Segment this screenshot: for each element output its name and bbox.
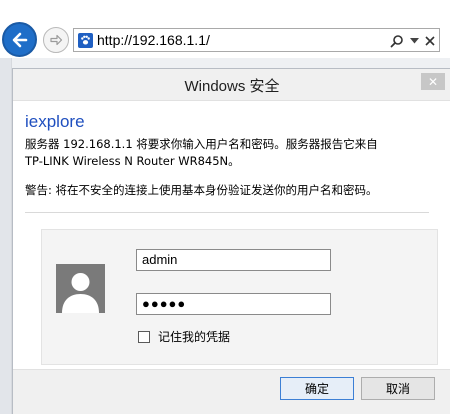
server-message-line2: TP-LINK Wireless N Router WR845N。	[25, 154, 240, 168]
search-icon[interactable]	[390, 34, 404, 48]
dialog-title: Windows 安全	[184, 78, 280, 95]
dialog-close-button[interactable]: ✕	[421, 73, 445, 90]
chevron-down-icon[interactable]	[410, 38, 419, 44]
dialog-footer: 确定 取消	[13, 369, 450, 414]
paw-icon	[78, 33, 93, 48]
forward-arrow-icon	[50, 34, 63, 46]
remember-label[interactable]: 记住我的凭据	[158, 328, 230, 345]
back-button[interactable]	[2, 22, 37, 57]
page-edge	[0, 58, 12, 414]
remember-checkbox[interactable]	[138, 330, 150, 343]
address-bar[interactable]: http://192.168.1.1/	[73, 28, 440, 52]
divider	[25, 212, 429, 213]
forward-button[interactable]	[43, 27, 69, 53]
back-arrow-icon	[12, 32, 27, 47]
dialog-title-bar[interactable]: Windows 安全 ✕	[13, 69, 450, 101]
close-icon: ✕	[427, 74, 439, 89]
address-bar-controls	[390, 31, 435, 51]
url-text[interactable]: http://192.168.1.1/	[97, 32, 210, 48]
cancel-button[interactable]: 取消	[361, 377, 435, 400]
credential-tile: admin ●●●●● 记住我的凭据	[41, 229, 438, 365]
username-field[interactable]: admin	[136, 249, 331, 271]
close-icon[interactable]	[425, 36, 435, 46]
windows-security-dialog: Windows 安全 ✕ iexplore 服务器 192.168.1.1 将要…	[12, 68, 450, 414]
remember-credentials[interactable]: 记住我的凭据	[138, 328, 230, 345]
browser-toolbar: http://192.168.1.1/	[0, 0, 450, 58]
app-name: iexplore	[25, 112, 85, 131]
server-message-line1: 服务器 192.168.1.1 将要求你输入用户名和密码。服务器报告它来自	[25, 137, 378, 151]
security-warning: 警告: 将在不安全的连接上使用基本身份验证发送你的用户名和密码。	[25, 183, 378, 197]
password-field[interactable]: ●●●●●	[136, 293, 331, 315]
ok-button[interactable]: 确定	[280, 377, 354, 400]
user-avatar-icon	[56, 264, 105, 313]
